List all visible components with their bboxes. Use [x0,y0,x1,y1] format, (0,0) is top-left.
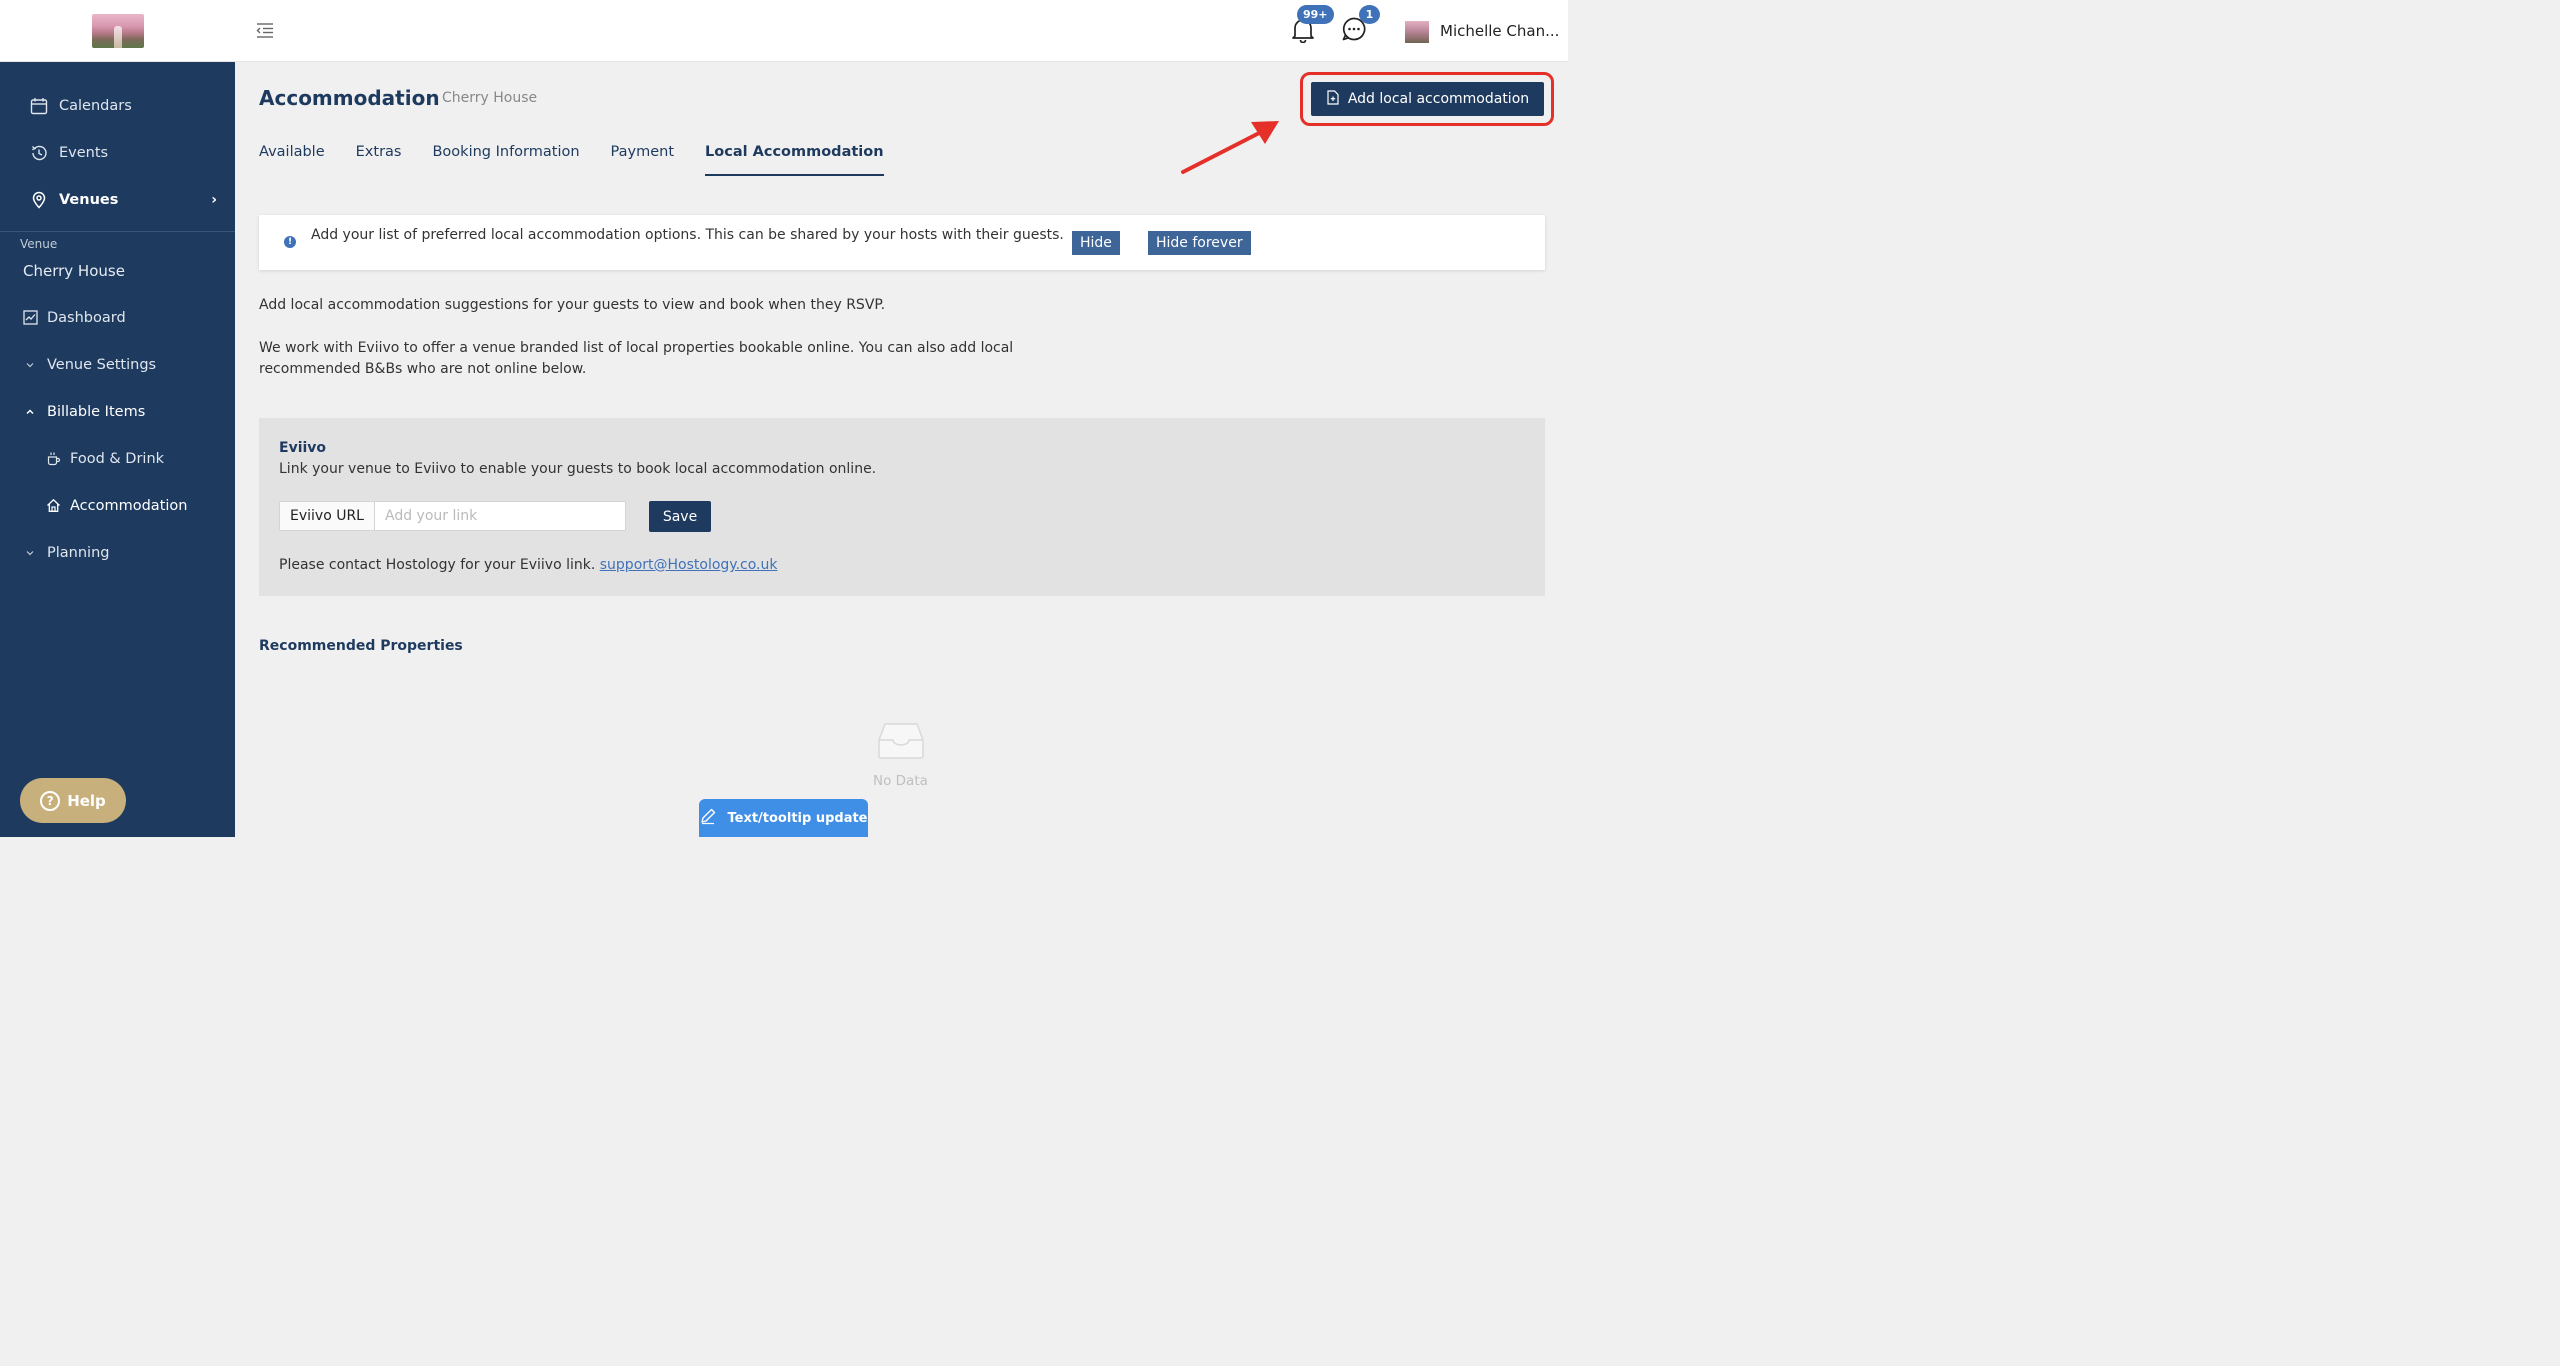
chevron-down-icon [22,545,38,561]
save-button[interactable]: Save [649,501,711,532]
tab-available[interactable]: Available [259,144,325,176]
annotation-arrow-icon [1181,121,1279,174]
section-label: Venue [20,237,58,251]
page-title: Accommodation [259,86,440,110]
tooltip-update-label: Text/tooltip update [727,810,868,826]
question-icon: ? [40,790,61,811]
tab-booking-information[interactable]: Booking Information [432,144,579,176]
location-pin-icon [30,191,48,209]
eviivo-paragraph: We work with Eviivo to offer a venue bra… [259,340,1014,377]
menu-collapse-icon[interactable] [255,20,275,40]
support-email-link[interactable]: support@Hostology.co.uk [600,557,778,573]
sidebar-item-dashboard[interactable]: Dashboard [0,294,235,341]
main-nav: Calendars Events Venues › [0,62,235,223]
sidebar-item-label: Dashboard [47,309,126,326]
chevron-down-icon [22,357,38,373]
home-icon [45,498,61,514]
recommended-properties-title: Recommended Properties [259,638,463,654]
tab-payment[interactable]: Payment [611,144,674,176]
pencil-icon [699,807,717,829]
sidebar-item-label: Accommodation [70,497,188,514]
eviivo-url-label: Eviivo URL [280,502,375,530]
eviivo-contact: Please contact Hostology for your Eviivo… [279,557,777,573]
main-content: Accommodation Cherry House Add local acc… [235,62,1568,837]
tab-extras[interactable]: Extras [356,144,402,176]
nav-label: Calendars [59,97,132,114]
info-text: Add your list of preferred local accommo… [311,227,1064,243]
sidebar-item-label: Food & Drink [70,450,165,467]
nav-item-venues[interactable]: Venues › [0,176,235,223]
avatar[interactable] [1405,21,1429,43]
history-icon [30,144,48,162]
nav-item-events[interactable]: Events [0,129,235,176]
info-banner: ! Add your list of preferred local accom… [259,215,1545,270]
notifications-badge: 99+ [1297,5,1334,24]
sidebar-item-label: Planning [47,544,110,561]
annotation-highlight-box [1300,72,1554,126]
help-button[interactable]: ? Help [20,778,126,823]
sidebar-item-label: Venue Settings [47,356,157,373]
nav-item-calendars[interactable]: Calendars [0,82,235,129]
dashboard-icon [22,310,38,326]
empty-state-text: No Data [873,773,928,789]
page-subtitle: Cherry House [442,90,538,106]
sidebar: Calendars Events Venues › Venue Cherry H… [0,0,235,837]
logo-area [0,0,235,62]
messages-badge: 1 [1359,5,1380,24]
user-name[interactable]: Michelle Chan... [1440,22,1559,40]
help-label: Help [67,791,106,810]
intro-paragraph: Add local accommodation suggestions for … [259,297,886,313]
venue-name: Cherry House [23,262,125,280]
venue-logo[interactable] [91,13,144,48]
nav-label: Venues [59,191,119,208]
eviivo-url-group: Eviivo URL [279,501,626,531]
chevron-up-icon [22,404,38,420]
empty-inbox-icon [878,723,924,759]
chevron-right-icon: › [211,191,217,208]
sidebar-item-label: Billable Items [47,403,146,420]
eviivo-url-input[interactable] [375,502,625,530]
tab-local-accommodation[interactable]: Local Accommodation [705,144,884,176]
eviivo-panel: Eviivo Link your venue to Eviivo to enab… [259,418,1545,596]
hide-forever-button[interactable]: Hide forever [1148,231,1251,255]
coffee-cup-icon [45,451,61,467]
tab-bar: Available Extras Booking Information Pay… [259,144,884,176]
nav-label: Events [59,144,109,161]
calendar-icon [30,97,48,115]
hide-button[interactable]: Hide [1072,231,1120,255]
info-icon: ! [284,236,296,248]
contact-text: Please contact Hostology for your Eviivo… [279,557,596,573]
sidebar-item-billable-items[interactable]: Billable Items [0,388,235,435]
top-bar: 99+ 1 Michelle Chan... [235,0,1568,62]
eviivo-title: Eviivo [279,440,327,456]
eviivo-description: Link your venue to Eviivo to enable your… [279,461,877,477]
tooltip-update-button[interactable]: Text/tooltip update [699,799,868,837]
sidebar-item-accommodation[interactable]: Accommodation [0,482,235,529]
sidebar-item-venue-settings[interactable]: Venue Settings [0,341,235,388]
sidebar-item-planning[interactable]: Planning [0,529,235,576]
sidebar-item-food-drink[interactable]: Food & Drink [0,435,235,482]
